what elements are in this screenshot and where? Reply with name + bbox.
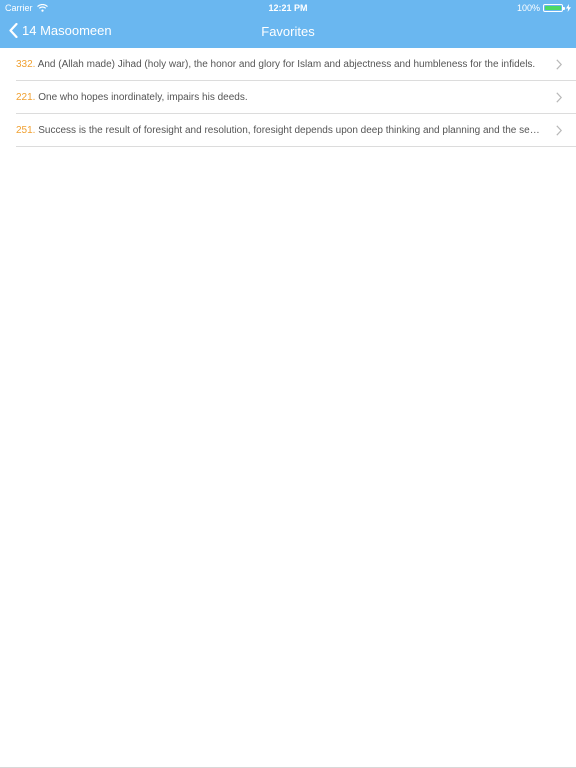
- header: Carrier 12:21 PM 100% 14 Masoomeen Favor…: [0, 0, 576, 48]
- favorites-list: 332. And (Allah made) Jihad (holy war), …: [0, 48, 576, 147]
- favorite-number: 251.: [16, 124, 36, 136]
- favorite-text: Success is the result of foresight and r…: [38, 124, 542, 136]
- back-button[interactable]: 14 Masoomeen: [9, 23, 112, 38]
- favorite-row-251[interactable]: 251. Success is the result of foresight …: [0, 114, 576, 147]
- favorite-text-line: 332. And (Allah made) Jihad (holy war), …: [16, 58, 535, 72]
- navigation-bar: 14 Masoomeen Favorites: [0, 16, 576, 48]
- app-screen: Carrier 12:21 PM 100% 14 Masoomeen Favor…: [0, 0, 576, 768]
- favorite-number: 221.: [16, 91, 36, 103]
- favorite-row-332[interactable]: 332. And (Allah made) Jihad (holy war), …: [0, 48, 576, 81]
- battery-level: [545, 6, 561, 10]
- battery-cap: [563, 7, 565, 10]
- favorite-row-221[interactable]: 221. One who hopes inordinately, impairs…: [0, 81, 576, 114]
- favorite-text-line: 221. One who hopes inordinately, impairs…: [16, 91, 248, 105]
- favorite-text-line: 251. Success is the result of foresight …: [16, 124, 542, 138]
- battery-percentage: 100%: [516, 3, 540, 13]
- status-time: 12:21 PM: [268, 3, 308, 13]
- chevron-right-icon: [556, 59, 562, 70]
- favorite-number: 332.: [16, 58, 36, 70]
- chevron-right-icon: [556, 92, 562, 103]
- chevron-right-icon: [556, 125, 562, 136]
- status-right: 100%: [517, 3, 571, 13]
- status-bar: Carrier 12:21 PM 100%: [0, 0, 576, 16]
- battery-icon: [543, 4, 565, 12]
- charging-bolt-icon: [566, 4, 571, 12]
- back-button-label: 14 Masoomeen: [22, 23, 112, 38]
- favorite-text: One who hopes inordinately, impairs his …: [38, 91, 248, 103]
- chevron-left-icon: [9, 23, 18, 38]
- favorite-text: And (Allah made) Jihad (holy war), the h…: [37, 58, 536, 70]
